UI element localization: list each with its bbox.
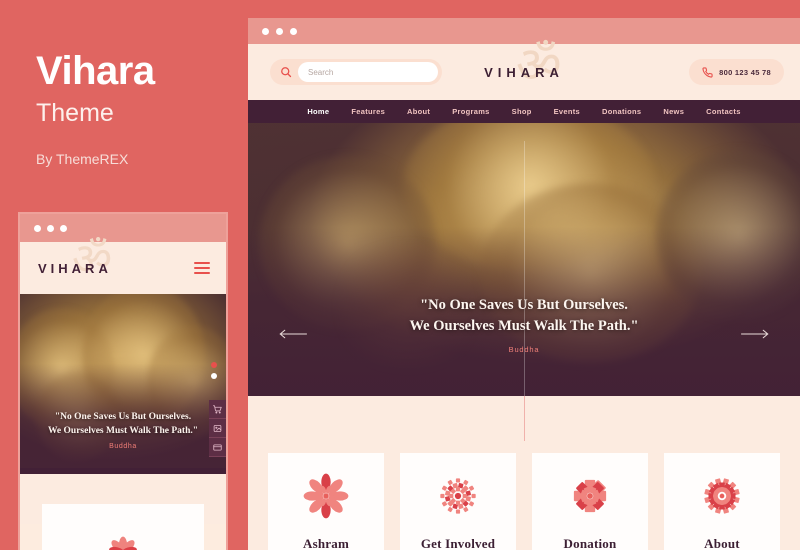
cart-icon-button[interactable] xyxy=(209,400,226,419)
brand-block: Vihara Theme By ThemeREX xyxy=(0,0,240,167)
feature-card-title: Donation xyxy=(563,536,617,550)
hero-slider: "No One Saves Us But Ourselves. We Ourse… xyxy=(248,123,800,396)
card-icon-button[interactable] xyxy=(209,438,226,457)
chrome-dot-minimize[interactable] xyxy=(276,27,283,35)
mobile-hero-quote-line1: "No One Saves Us But Ourselves. xyxy=(54,411,192,422)
site-navigation: Home Features About Programs Shop Events… xyxy=(248,100,800,123)
nav-item-home[interactable]: Home xyxy=(296,107,340,116)
nav-item-shop[interactable]: Shop xyxy=(501,107,543,116)
phone-icon xyxy=(702,66,713,78)
statue-highlight xyxy=(81,294,206,427)
brand-subtitle: Theme xyxy=(36,99,114,127)
mobile-chrome-dot-maximize[interactable] xyxy=(60,224,67,232)
mobile-hero-author: Buddha xyxy=(109,443,137,450)
feature-cards-row: Ashram Get Involved Donation About xyxy=(248,453,800,550)
lotus-mandala-icon xyxy=(109,536,137,550)
feature-card-get-involved[interactable]: Get Involved xyxy=(400,453,516,550)
feature-card-title: Get Involved xyxy=(420,536,496,550)
mobile-chrome-bar xyxy=(20,214,226,242)
phone-button[interactable]: 800 123 45 78 xyxy=(689,59,784,85)
hero-text: "No One Saves Us But Ourselves. We Ourse… xyxy=(248,295,800,355)
mobile-chrome-dot-close[interactable] xyxy=(34,224,41,232)
feature-card-title: Ashram xyxy=(303,536,349,550)
site-logo-text: VIHARA xyxy=(484,64,564,80)
star-mandala-icon xyxy=(573,479,607,513)
nav-item-programs[interactable]: Programs xyxy=(441,107,500,116)
mobile-chrome-dot-minimize[interactable] xyxy=(47,224,54,232)
brand-author: By ThemeREX xyxy=(36,151,129,167)
feature-card-about[interactable]: About xyxy=(664,453,780,550)
slider-dot-2[interactable] xyxy=(211,373,217,379)
mobile-slider-dots[interactable] xyxy=(211,362,217,379)
mobile-side-widget-bar[interactable] xyxy=(209,400,226,457)
feature-card-title: About xyxy=(704,536,740,550)
mobile-logo[interactable]: VIHARA xyxy=(38,261,112,276)
left-promo-panel: Vihara Theme By ThemeREX ॐ VIHARA "No On… xyxy=(0,0,240,550)
site-logo[interactable]: ॐ VIHARA xyxy=(454,40,594,96)
chrome-dot-close[interactable] xyxy=(262,27,269,35)
nav-item-news[interactable]: News xyxy=(652,107,695,116)
feature-cards-section: Ashram Get Involved Donation About xyxy=(248,396,800,550)
diamond-mandala-icon xyxy=(704,478,740,514)
mobile-hero-quote-line2: We Ourselves Must Walk The Path." xyxy=(47,426,199,437)
radial-mandala-icon xyxy=(440,478,476,514)
cart-icon xyxy=(213,404,222,413)
mobile-hero-slider: "No One Saves Us But Ourselves. We Ourse… xyxy=(20,294,226,468)
mobile-hero-text: "No One Saves Us But Ourselves. We Ourse… xyxy=(20,410,226,450)
card-icon xyxy=(213,443,222,451)
hero-center-divider xyxy=(524,141,525,396)
statue-highlight xyxy=(402,123,657,271)
hero-quote-line1: "No One Saves Us But Ourselves. xyxy=(420,296,628,313)
nav-item-donations[interactable]: Donations xyxy=(591,107,652,116)
search-input[interactable] xyxy=(298,62,438,82)
browser-window: ॐ VIHARA 800 123 45 78 Home Features Abo… xyxy=(248,18,800,550)
search-icon[interactable] xyxy=(280,66,292,78)
hamburger-menu-icon[interactable] xyxy=(194,262,210,274)
lotus-mandala-icon xyxy=(303,473,349,519)
slider-dot-1[interactable] xyxy=(211,362,217,368)
feature-card-donation[interactable]: Donation xyxy=(532,453,648,550)
mobile-site-header: ॐ VIHARA xyxy=(20,238,226,294)
nav-item-features[interactable]: Features xyxy=(340,107,396,116)
slider-next-arrow-icon[interactable] xyxy=(740,328,770,340)
nav-item-about[interactable]: About xyxy=(396,107,441,116)
phone-number: 800 123 45 78 xyxy=(719,67,771,77)
page-title: Vihara xyxy=(36,49,155,93)
cards-center-divider xyxy=(524,396,525,441)
site-top-bar: ॐ VIHARA 800 123 45 78 xyxy=(248,40,800,100)
search-box[interactable] xyxy=(270,59,442,85)
image-icon xyxy=(213,424,222,432)
feature-card-ashram[interactable]: Ashram xyxy=(268,453,384,550)
slider-prev-arrow-icon[interactable] xyxy=(278,328,308,340)
image-icon-button[interactable] xyxy=(209,419,226,438)
nav-item-contacts[interactable]: Contacts xyxy=(695,107,752,116)
hero-author: Buddha xyxy=(508,345,540,354)
nav-item-events[interactable]: Events xyxy=(543,107,591,116)
mobile-feature-card[interactable] xyxy=(42,504,204,550)
hero-quote-line2: We Ourselves Must Walk The Path." xyxy=(409,318,639,335)
mobile-preview-mockup: ॐ VIHARA "No One Saves Us But Ourselves.… xyxy=(18,212,228,550)
chrome-dot-maximize[interactable] xyxy=(290,27,297,35)
